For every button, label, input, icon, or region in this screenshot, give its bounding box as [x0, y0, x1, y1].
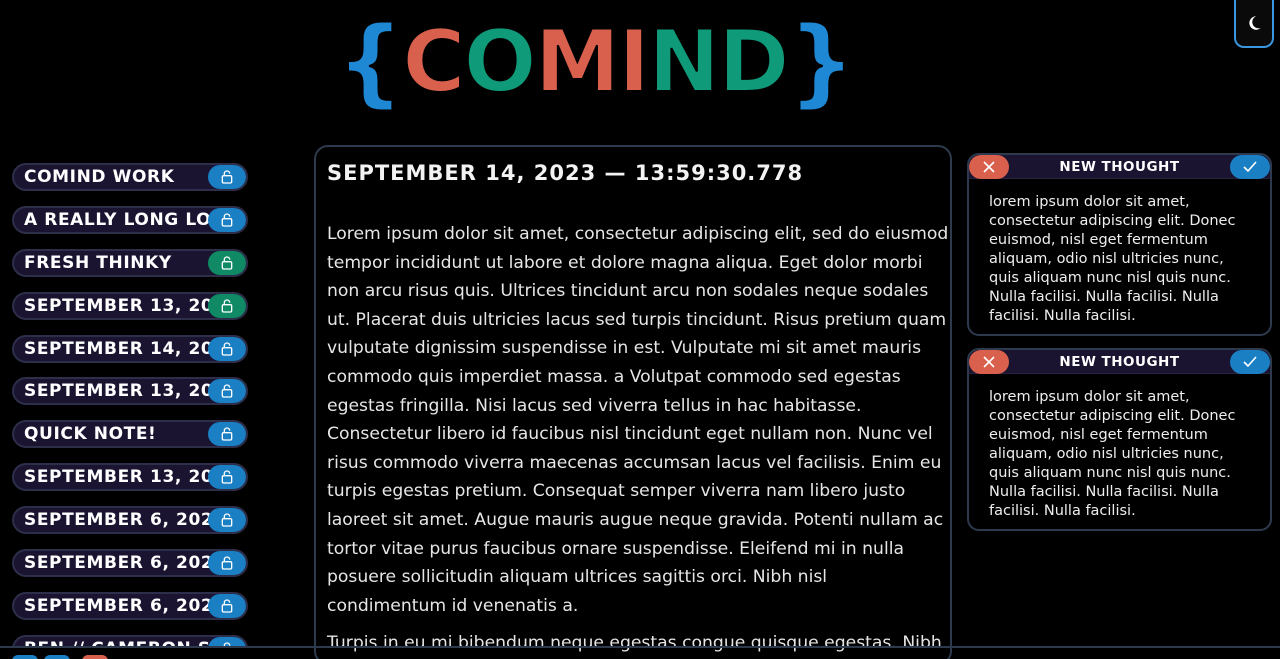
sidebar-item-label: September 13, 2023 — [24, 295, 214, 316]
sidebar-thought-item[interactable]: September 13, 2023 — [12, 291, 248, 320]
sidebar-item-label: September 13, 2023 — [24, 467, 214, 488]
lock-icon — [221, 427, 233, 442]
lock-toggle-button[interactable] — [208, 422, 246, 447]
sidebar-item-label: Comind Work — [24, 167, 175, 187]
bottom-divider — [0, 646, 1280, 648]
lock-toggle-button[interactable] — [208, 508, 246, 533]
logo-letter: D — [717, 2, 794, 114]
discard-button[interactable] — [969, 350, 1009, 374]
logo-letter: I — [617, 2, 654, 114]
lock-toggle-button[interactable] — [208, 465, 246, 490]
thought-paragraph: Lorem ipsum dolor sit amet, consectetur … — [327, 224, 949, 616]
lock-icon — [221, 213, 233, 227]
lock-icon — [221, 170, 233, 184]
bottom-action-button[interactable] — [12, 655, 38, 659]
thought-card-body[interactable]: lorem ipsum dolor sit amet, consectetur … — [969, 374, 1270, 529]
main-thought-card: September 14, 2023 — 13:59:30.778 Lorem … — [314, 145, 952, 659]
new-thought-card: New thought lorem ipsum dolor sit amet, c… — [967, 348, 1272, 531]
discard-button[interactable] — [969, 155, 1009, 179]
sidebar-item-label: September 14, 2023 — [24, 338, 214, 359]
bottom-action-button[interactable] — [44, 655, 70, 659]
sidebar: Comind Work A really long long title Fresh… — [12, 163, 250, 647]
lock-toggle-button[interactable] — [208, 250, 246, 275]
moon-icon — [1249, 16, 1261, 30]
logo-letter: C — [401, 2, 469, 114]
sidebar-item-label: September 6, 2023 — [24, 553, 214, 574]
thought-card-title: New thought — [1059, 354, 1180, 370]
new-thought-card: New thought lorem ipsum dolor sit amet, c… — [967, 153, 1272, 336]
logo-letter: M — [534, 2, 624, 114]
lock-toggle-button[interactable] — [208, 293, 246, 318]
lock-icon — [221, 256, 233, 270]
sidebar-item-label: Fresh thinky — [24, 252, 172, 273]
close-icon — [983, 161, 995, 173]
lock-icon — [221, 470, 233, 484]
logo-letter: N — [647, 2, 724, 114]
lock-icon — [221, 299, 233, 313]
lock-toggle-button[interactable] — [208, 551, 246, 576]
thought-header: New thought — [969, 155, 1270, 179]
lock-icon — [221, 513, 233, 527]
lock-icon — [221, 599, 233, 613]
sidebar-thought-item[interactable]: Comind Work — [12, 163, 248, 191]
sidebar-item-label: Quick note! — [24, 424, 157, 445]
thought-header: New thought — [969, 350, 1270, 374]
logo-letter: { — [335, 2, 409, 115]
thought-title: September 14, 2023 — 13:59:30.778 — [327, 161, 804, 185]
sidebar-thought-item[interactable]: September 13, 2023 — [12, 463, 248, 492]
sidebar-thought-item[interactable]: September 6, 2023 — [12, 591, 248, 620]
close-icon — [983, 356, 995, 368]
sidebar-thought-item[interactable]: September 13, 2023 — [12, 377, 248, 406]
lock-toggle-button[interactable] — [208, 165, 246, 189]
lock-icon — [221, 341, 233, 356]
app-root: {COMIND} Comind Work A really long long t… — [0, 0, 1280, 659]
thought-body[interactable]: Lorem ipsum dolor sit amet, consectetur … — [327, 220, 949, 659]
lock-toggle-button[interactable] — [208, 207, 246, 232]
comind-logo: {COMIND} — [335, 2, 861, 115]
lock-toggle-button[interactable] — [208, 379, 246, 404]
lock-toggle-button[interactable] — [208, 336, 246, 361]
sidebar-thought-item[interactable]: Fresh thinky — [12, 248, 248, 277]
check-icon — [1243, 356, 1257, 368]
sidebar-thought-item[interactable]: Quick note! — [12, 420, 248, 449]
bottom-action-button[interactable] — [82, 655, 108, 659]
sidebar-thought-item[interactable]: September 6, 2023 — [12, 506, 248, 535]
thought-card-title: New thought — [1059, 159, 1180, 175]
accept-button[interactable] — [1230, 350, 1270, 374]
lock-toggle-button[interactable] — [208, 593, 246, 618]
sidebar-item-label: A really long long title — [24, 209, 214, 230]
sidebar-item-label: September 6, 2023 — [24, 595, 214, 616]
theme-toggle-button[interactable] — [1234, 0, 1274, 48]
accept-button[interactable] — [1230, 155, 1270, 179]
sidebar-thought-item[interactable]: September 6, 2023 — [12, 549, 248, 578]
check-icon — [1243, 161, 1257, 173]
sidebar-item-label: September 13, 2023 — [24, 381, 214, 402]
lock-icon — [221, 556, 233, 570]
thought-paragraph: Turpis in eu mi bibendum neque egestas c… — [327, 633, 942, 654]
sidebar-thought-item[interactable]: A really long long title — [12, 205, 248, 234]
logo-letter: O — [462, 2, 540, 114]
sidebar-thought-item[interactable]: September 14, 2023 — [12, 334, 248, 363]
logo-letter: } — [787, 2, 861, 115]
lock-icon — [221, 384, 233, 399]
sidebar-item-label: September 6, 2023 — [24, 510, 214, 531]
thought-card-body[interactable]: lorem ipsum dolor sit amet, consectetur … — [969, 179, 1270, 334]
